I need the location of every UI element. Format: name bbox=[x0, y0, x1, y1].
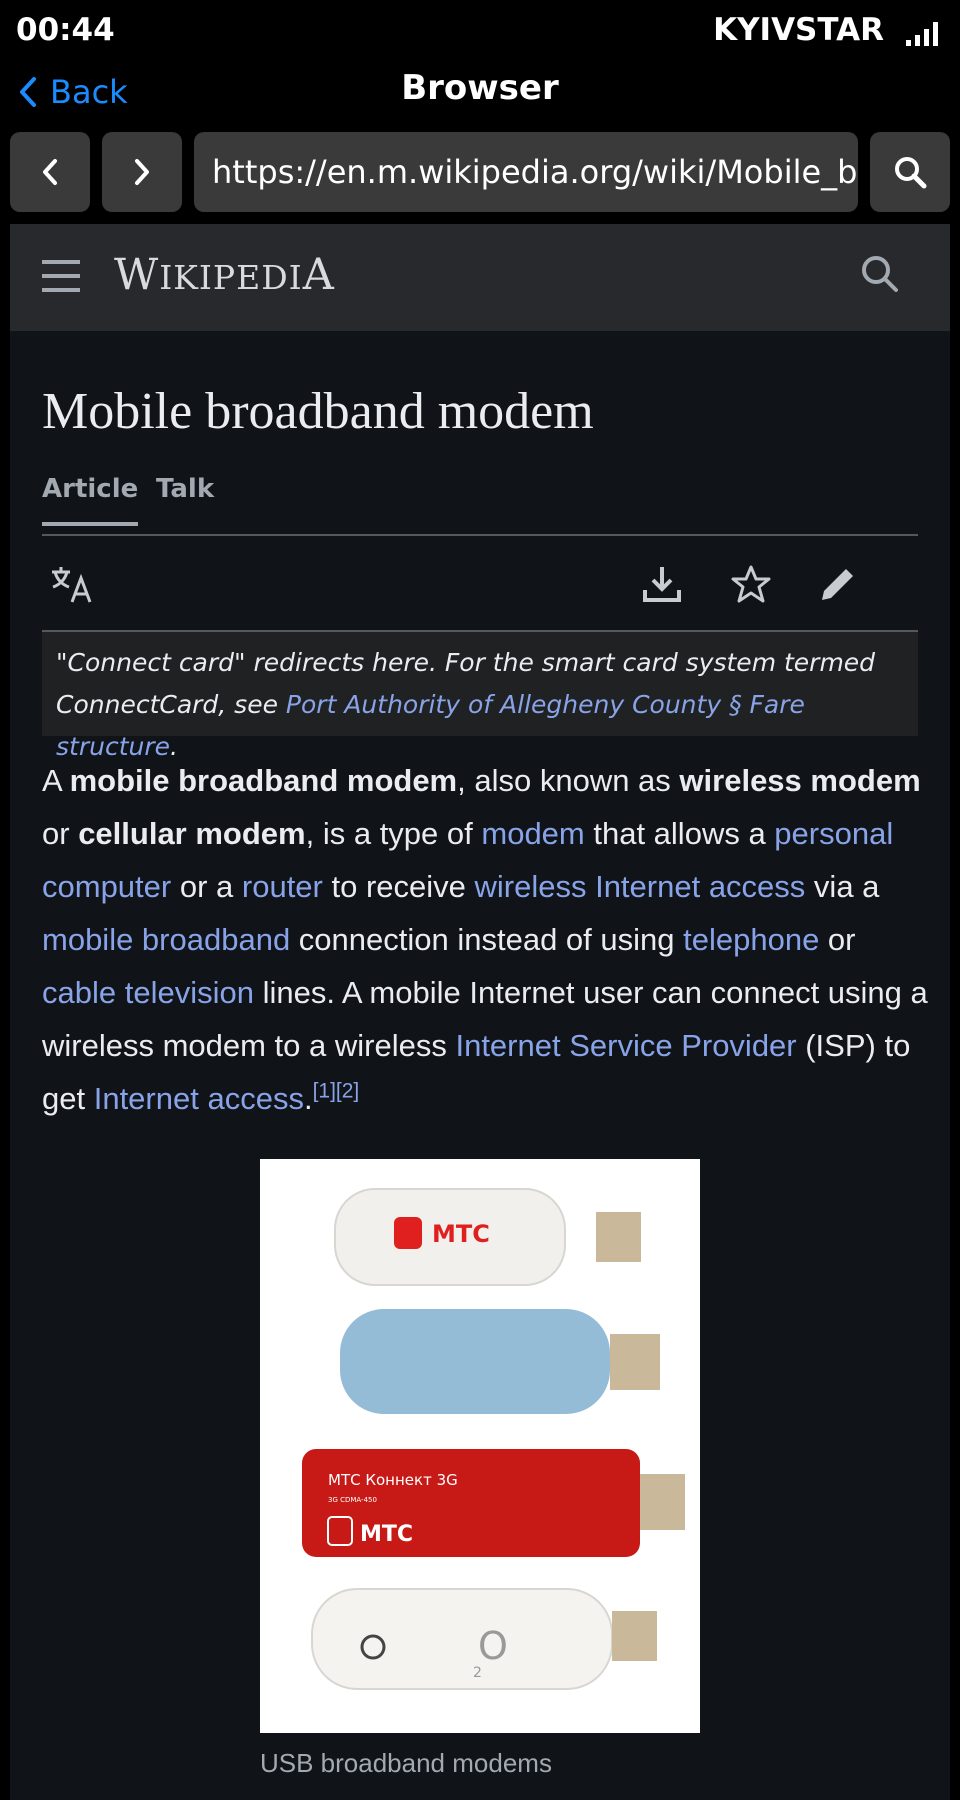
browser-back-button[interactable] bbox=[10, 132, 90, 212]
o2-logo-subscript: 2 bbox=[473, 1665, 482, 1681]
link-internet-access[interactable]: Internet access bbox=[94, 1081, 304, 1116]
star-icon[interactable] bbox=[730, 564, 772, 604]
tab-article[interactable]: Article bbox=[42, 474, 139, 526]
red-modem-brand: МТС bbox=[360, 1522, 413, 1547]
navigation-bar: Back Browser bbox=[0, 60, 960, 124]
page-tabs: Article Talk bbox=[42, 474, 918, 536]
tab-talk[interactable]: Talk bbox=[156, 474, 214, 504]
figure-caption: USB broadband modems bbox=[260, 1748, 552, 1778]
status-bar: 00:44 KYIVSTAR bbox=[0, 0, 960, 60]
red-modem-label: МТС Коннект 3G bbox=[328, 1471, 458, 1489]
link-internet-service-provider[interactable]: Internet Service Provider bbox=[455, 1028, 796, 1063]
browser-search-button[interactable] bbox=[870, 132, 950, 212]
o2-logo-text: O bbox=[478, 1624, 508, 1668]
language-icon[interactable] bbox=[50, 564, 94, 604]
brand-text: МТС bbox=[432, 1220, 490, 1248]
usb-modems-image[interactable]: МТС МТС Коннект 3G 3G CDMA-450 МТС O 2 bbox=[260, 1159, 700, 1733]
search-icon bbox=[895, 157, 927, 189]
status-time: 00:44 bbox=[16, 12, 115, 48]
wiki-header: WIKIPEDIA bbox=[10, 224, 950, 331]
cellular-signal-icon bbox=[906, 22, 938, 46]
reference-1[interactable]: [1] bbox=[313, 1080, 336, 1103]
hatnote: "Connect card" redirects here. For the s… bbox=[42, 632, 918, 761]
web-content: WIKIPEDIA Mobile broadband modem Article… bbox=[10, 224, 950, 1800]
browser-forward-button[interactable] bbox=[102, 132, 182, 212]
menu-icon[interactable] bbox=[42, 260, 80, 292]
chevron-left-icon bbox=[43, 159, 57, 185]
edit-pencil-icon[interactable] bbox=[818, 564, 858, 604]
link-mobile-broadband[interactable]: mobile broadband bbox=[42, 922, 290, 957]
link-cable-television[interactable]: cable television bbox=[42, 975, 254, 1010]
link-wireless-internet-access[interactable]: wireless Internet access bbox=[475, 869, 806, 904]
link-router[interactable]: router bbox=[242, 869, 323, 904]
browser-toolbar: https://en.m.wikipedia.org/wiki/Mobile_b… bbox=[0, 132, 960, 212]
link-telephone[interactable]: telephone bbox=[683, 922, 819, 957]
page-actions bbox=[42, 536, 918, 632]
red-modem-sublabel: 3G CDMA-450 bbox=[328, 1496, 377, 1504]
nav-title: Browser bbox=[401, 68, 559, 108]
search-icon[interactable] bbox=[860, 254, 900, 294]
page-title: Mobile broadband modem bbox=[42, 383, 594, 440]
url-field[interactable]: https://en.m.wikipedia.org/wiki/Mobile_b… bbox=[194, 132, 858, 212]
download-icon[interactable] bbox=[642, 564, 682, 604]
chevron-right-icon bbox=[135, 159, 149, 185]
reference-2[interactable]: [2] bbox=[336, 1080, 359, 1103]
article-paragraph: A mobile broadband modem, also known as … bbox=[42, 763, 928, 1116]
wikipedia-logo[interactable]: WIKIPEDIA bbox=[114, 250, 335, 300]
carrier-name: KYIVSTAR bbox=[713, 12, 884, 48]
link-modem[interactable]: modem bbox=[481, 816, 584, 851]
